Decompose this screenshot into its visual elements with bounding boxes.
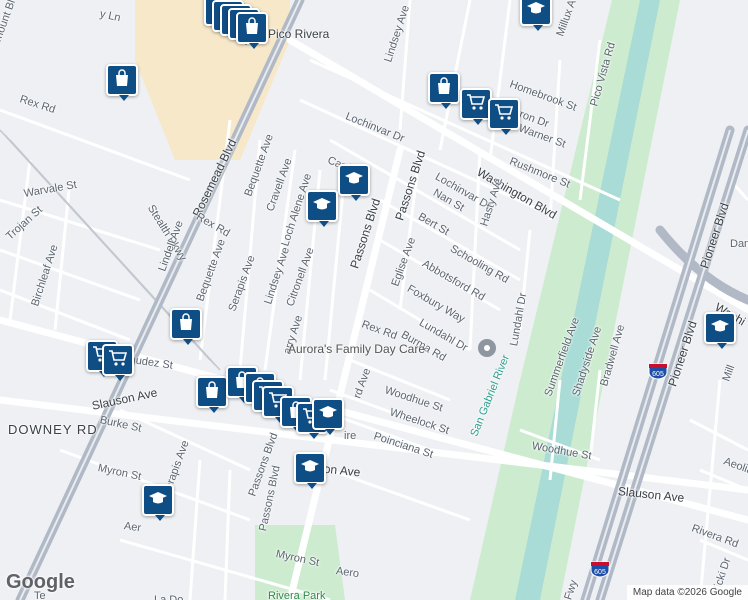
shop-icon <box>177 312 195 336</box>
shop-icon <box>435 76 453 100</box>
poi-label[interactable]: Aurora's Family Day Care <box>288 342 425 356</box>
school-icon <box>344 170 364 191</box>
school-icon <box>312 196 332 217</box>
shop-icon <box>203 380 221 404</box>
shop-marker[interactable] <box>236 12 268 49</box>
school-marker[interactable] <box>294 452 326 489</box>
map-canvas[interactable]: Rosemead BlvdWashington BlvdWashiSlauson… <box>0 0 748 600</box>
street-label-downey: DOWNEY RD <box>8 422 98 437</box>
map-copyright[interactable]: Map data ©2026 Google <box>626 585 748 600</box>
cart-marker[interactable] <box>102 344 134 381</box>
river-greenbelt <box>470 0 680 600</box>
interstate-shield-icon: 605 <box>648 363 668 380</box>
street-label-aero1: Aer <box>123 520 142 535</box>
google-logo: Google <box>6 571 75 593</box>
street-label-ire: ire <box>344 430 357 442</box>
school-marker[interactable] <box>142 484 174 521</box>
school-icon <box>710 318 730 339</box>
street-label-riverapark: Rivera Park <box>268 590 326 600</box>
street-label-danby: Danby Av <box>730 238 748 250</box>
school-icon <box>300 458 320 479</box>
shop-icon <box>243 16 261 40</box>
school-marker[interactable] <box>520 0 552 31</box>
school-marker[interactable] <box>306 190 338 227</box>
place-icon[interactable] <box>477 338 497 358</box>
interstate-shield-icon: 605 <box>590 561 610 578</box>
school-marker[interactable] <box>338 164 370 201</box>
school-icon <box>318 404 338 425</box>
shield-number: 605 <box>652 371 664 378</box>
cart-icon <box>494 103 514 126</box>
school-marker[interactable] <box>312 398 344 435</box>
cart-icon <box>108 349 128 372</box>
cart-icon <box>466 93 486 116</box>
street-label-pico: Pico Rivera <box>268 27 330 41</box>
shop-icon <box>113 68 131 92</box>
school-icon <box>148 490 168 511</box>
shop-marker[interactable] <box>196 376 228 413</box>
street-label-ladoc: La Do <box>154 594 184 600</box>
shop-marker[interactable] <box>170 308 202 345</box>
school-icon <box>526 0 546 21</box>
school-marker[interactable] <box>704 312 736 349</box>
shop-marker[interactable] <box>106 64 138 101</box>
shop-marker[interactable] <box>428 72 460 109</box>
cart-marker[interactable] <box>488 98 520 135</box>
shield-number: 605 <box>594 569 606 576</box>
